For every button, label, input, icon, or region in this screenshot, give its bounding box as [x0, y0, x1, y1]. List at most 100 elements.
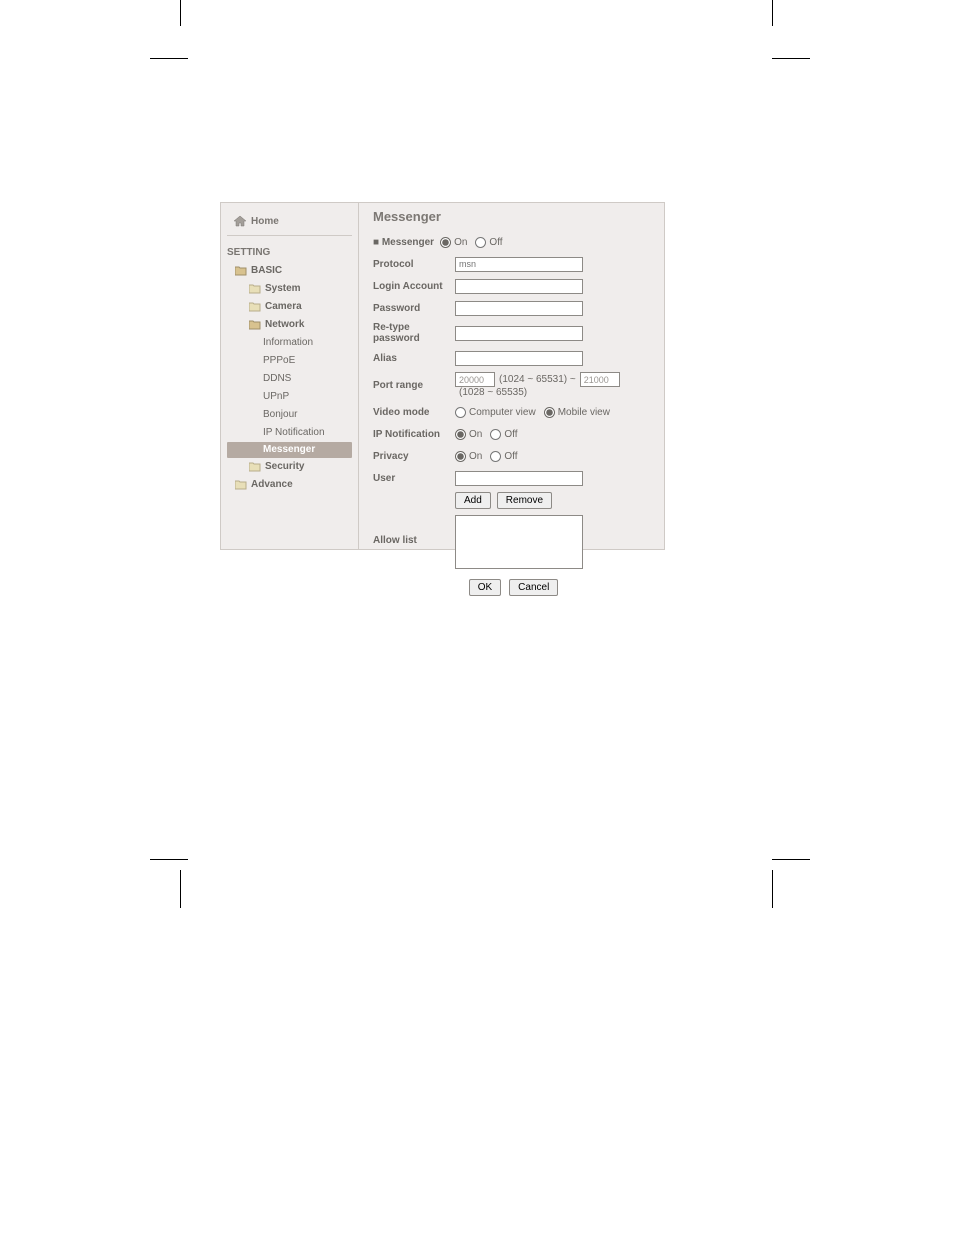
radio-on[interactable] — [440, 237, 451, 248]
protocol-input[interactable] — [455, 257, 583, 272]
login-input[interactable] — [455, 279, 583, 294]
radio-label: Computer view — [469, 407, 536, 418]
radio-off[interactable] — [475, 237, 486, 248]
row-retype: Re-type password — [373, 322, 654, 344]
row-videomode: Video mode Computer view Mobile view — [373, 404, 654, 420]
add-button[interactable]: Add — [455, 492, 491, 509]
sidebar-item-security[interactable]: Security — [227, 458, 358, 476]
folder-icon — [249, 284, 261, 294]
radio-off[interactable] — [490, 429, 501, 440]
heading-text: SETTING — [227, 246, 270, 260]
field-label: Video mode — [373, 407, 455, 418]
sidebar-item-messenger[interactable]: Messenger — [227, 442, 352, 458]
video-computer[interactable]: Computer view — [455, 407, 536, 418]
privacy-opts: On Off — [455, 451, 526, 462]
field-label: Privacy — [373, 451, 455, 462]
radio-computer[interactable] — [455, 407, 466, 418]
crop-mark — [180, 870, 181, 908]
messenger-on[interactable]: On — [440, 237, 467, 248]
sidebar-item-network[interactable]: Network — [227, 316, 358, 334]
radio-label: Off — [504, 429, 517, 440]
crop-mark — [150, 859, 188, 860]
sidebar-item-pppoe[interactable]: PPPoE — [227, 352, 358, 370]
folder-open-icon — [249, 320, 261, 330]
addremove-opts: Add Remove — [455, 492, 552, 509]
folder-open-icon — [235, 266, 247, 276]
ipnotif-opts: On Off — [455, 429, 526, 440]
radio-label: On — [454, 237, 467, 248]
item-label: Network — [265, 318, 304, 332]
cancel-button[interactable]: Cancel — [509, 579, 558, 596]
remove-button[interactable]: Remove — [497, 492, 552, 509]
sidebar-item-system[interactable]: System — [227, 280, 358, 298]
nav-tree: SETTING BASIC System Camera Network — [221, 242, 358, 494]
ipnotif-on[interactable]: On — [455, 429, 482, 440]
sidebar-item-basic[interactable]: BASIC — [227, 262, 358, 280]
field-label: IP Notification — [373, 429, 455, 440]
privacy-off[interactable]: Off — [490, 451, 517, 462]
radio-on[interactable] — [455, 451, 466, 462]
item-label: PPPoE — [263, 354, 295, 368]
item-label: Bonjour — [263, 408, 297, 422]
port-end-input[interactable] — [580, 372, 620, 387]
crop-mark — [150, 58, 188, 59]
settings-panel: Home SETTING BASIC System Camera — [220, 202, 665, 550]
item-label: Information — [263, 336, 313, 350]
port-start-input[interactable] — [455, 372, 495, 387]
ok-button[interactable]: OK — [469, 579, 501, 596]
ipnotif-off[interactable]: Off — [490, 429, 517, 440]
home-link[interactable]: Home — [227, 211, 352, 236]
radio-label: Off — [489, 237, 502, 248]
sidebar-item-advance[interactable]: Advance — [227, 476, 358, 494]
field-label: Protocol — [373, 259, 455, 270]
field-label: Password — [373, 303, 455, 314]
privacy-on[interactable]: On — [455, 451, 482, 462]
user-input[interactable] — [455, 471, 583, 486]
row-addremove: Add Remove — [373, 492, 654, 509]
radio-off[interactable] — [490, 451, 501, 462]
content-area: Messenger ■ Messenger On Off Protocol Lo… — [359, 203, 664, 549]
row-privacy: Privacy On Off — [373, 448, 654, 464]
row-user: User — [373, 470, 654, 486]
sidebar-item-information[interactable]: Information — [227, 334, 358, 352]
radio-label: On — [469, 429, 482, 440]
row-alias: Alias — [373, 350, 654, 366]
item-label: Camera — [265, 300, 302, 314]
retype-input[interactable] — [455, 326, 583, 341]
field-label: Login Account — [373, 281, 455, 292]
sidebar-item-ipnotification[interactable]: IP Notification — [227, 424, 358, 442]
page-root: Home SETTING BASIC System Camera — [0, 0, 954, 1235]
sidebar-item-bonjour[interactable]: Bonjour — [227, 406, 358, 424]
sidebar-item-ddns[interactable]: DDNS — [227, 370, 358, 388]
radio-mobile[interactable] — [544, 407, 555, 418]
video-mobile[interactable]: Mobile view — [544, 407, 610, 418]
item-label: DDNS — [263, 372, 291, 386]
home-icon — [233, 215, 247, 227]
page-title: Messenger — [373, 209, 654, 224]
row-protocol: Protocol — [373, 256, 654, 272]
messenger-label: ■ Messenger — [373, 237, 434, 248]
crop-mark — [180, 0, 181, 26]
field-label: User — [373, 473, 455, 484]
sidebar: Home SETTING BASIC System Camera — [221, 203, 359, 549]
crop-mark — [772, 58, 810, 59]
radio-on[interactable] — [455, 429, 466, 440]
field-label: Allow list — [373, 515, 455, 546]
alias-input[interactable] — [455, 351, 583, 366]
sidebar-item-upnp[interactable]: UPnP — [227, 388, 358, 406]
radio-label: Mobile view — [558, 407, 610, 418]
row-password: Password — [373, 300, 654, 316]
sidebar-item-camera[interactable]: Camera — [227, 298, 358, 316]
home-label: Home — [251, 216, 279, 227]
field-label: Port range — [373, 380, 455, 391]
item-label: IP Notification — [263, 426, 325, 440]
radio-label: Off — [504, 451, 517, 462]
item-label: Messenger — [263, 443, 315, 457]
messenger-toggle-row: ■ Messenger On Off — [373, 234, 654, 250]
item-label: UPnP — [263, 390, 289, 404]
messenger-off[interactable]: Off — [475, 237, 502, 248]
item-label: Advance — [251, 478, 293, 492]
allowlist-box[interactable] — [455, 515, 583, 569]
password-input[interactable] — [455, 301, 583, 316]
footer-buttons: OK Cancel — [373, 579, 654, 596]
